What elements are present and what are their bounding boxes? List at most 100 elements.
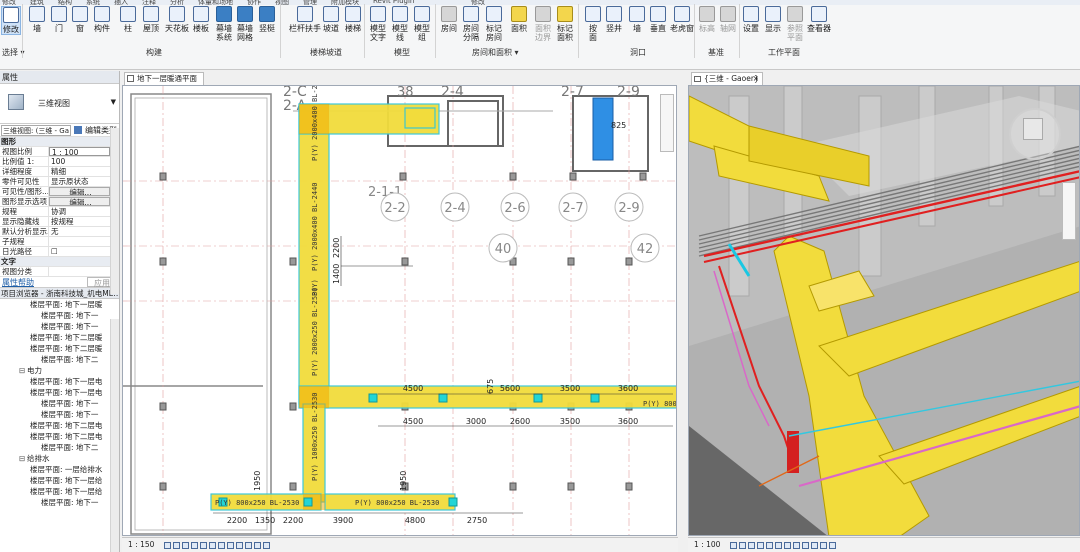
tab-3d-view[interactable]: {三维 - Gaoer} × bbox=[691, 72, 763, 85]
browser-item[interactable]: 楼层平面: 地下一 bbox=[0, 409, 119, 420]
navigation-bar[interactable] bbox=[660, 94, 674, 152]
tag-area-button[interactable]: 标记 面积 bbox=[557, 6, 573, 42]
model-group-button[interactable]: 模型 组 bbox=[414, 6, 430, 42]
browser-item[interactable]: 楼层平面: 地下一层电 bbox=[0, 387, 119, 398]
visual-style-icon[interactable] bbox=[173, 541, 181, 549]
browser-item[interactable]: 楼层平面: 地下二 bbox=[0, 354, 119, 365]
door-button[interactable]: 门 bbox=[51, 6, 67, 33]
modify-tool[interactable]: 修改 bbox=[1, 6, 21, 35]
shadows-icon[interactable] bbox=[757, 541, 765, 549]
crop-icon[interactable] bbox=[775, 541, 783, 549]
browser-item[interactable]: 楼层平面: 地下一层给 bbox=[0, 475, 119, 486]
browser-item[interactable]: 楼层平面: 地下二 bbox=[0, 442, 119, 453]
reveal-icon[interactable] bbox=[811, 541, 819, 549]
browser-item[interactable]: 楼层平面: 地下一层暖 bbox=[0, 299, 119, 310]
shadows-icon[interactable] bbox=[191, 541, 199, 549]
show-crop-icon[interactable] bbox=[784, 541, 792, 549]
show-workplane-button[interactable]: 显示 bbox=[765, 6, 781, 33]
browser-item[interactable]: 楼层平面: 地下一层给 bbox=[0, 486, 119, 497]
tree-toggle-icon[interactable]: ⊟ bbox=[19, 453, 27, 464]
tag-room-button[interactable]: 标记 房间 bbox=[486, 6, 502, 42]
set-workplane-button[interactable]: 设置 bbox=[743, 6, 759, 33]
area-button[interactable]: 面积 bbox=[511, 6, 527, 33]
lock-icon[interactable] bbox=[236, 541, 244, 549]
lock-3d-icon[interactable] bbox=[793, 541, 801, 549]
shaft-button[interactable]: 竖井 bbox=[606, 6, 622, 33]
highlight-icon[interactable] bbox=[829, 541, 837, 549]
property-category[interactable]: 文字 bbox=[0, 257, 110, 267]
detail-level-icon[interactable] bbox=[730, 541, 738, 549]
ramp-button[interactable]: 坡道 bbox=[323, 6, 339, 33]
analysis-icon[interactable] bbox=[820, 541, 828, 549]
viewer-button[interactable]: 查看器 bbox=[807, 6, 831, 33]
mullion-button[interactable]: 竖梃 bbox=[259, 6, 275, 33]
menu-tab[interactable]: Revit Plugin bbox=[373, 0, 414, 5]
room-button[interactable]: 房间 bbox=[441, 6, 457, 33]
area-boundary-button[interactable]: 面积 边界 bbox=[535, 6, 551, 42]
highlight-icon[interactable] bbox=[254, 541, 262, 549]
property-value[interactable]: 编辑... bbox=[49, 197, 110, 206]
column-button[interactable]: 柱 bbox=[120, 6, 136, 33]
properties-scrollbar[interactable] bbox=[110, 128, 119, 294]
browser-item[interactable]: 楼层平面: 地下一 bbox=[0, 310, 119, 321]
browser-item[interactable]: 楼层平面: 地下二层电 bbox=[0, 431, 119, 442]
temp-hide-icon[interactable] bbox=[802, 541, 810, 549]
detail-level-icon[interactable] bbox=[164, 541, 172, 549]
type-selector[interactable]: 三维视图 ▼ bbox=[0, 84, 119, 124]
chevron-down-icon[interactable]: ▼ bbox=[111, 98, 116, 106]
viewcube-box[interactable] bbox=[1023, 118, 1043, 140]
3d-view-canvas[interactable] bbox=[688, 85, 1080, 536]
wall-button[interactable]: 墙 bbox=[29, 6, 45, 33]
menu-tab[interactable]: 视图 bbox=[275, 0, 289, 7]
browser-item[interactable]: 楼层平面: 地下一 bbox=[0, 398, 119, 409]
browser-item[interactable]: 楼层平面: 一层给排水 bbox=[0, 464, 119, 475]
room-separator-button[interactable]: 房间 分隔 bbox=[463, 6, 479, 42]
by-face-button[interactable]: 按 面 bbox=[585, 6, 601, 42]
browser-item[interactable]: 楼层平面: 地下一 bbox=[0, 321, 119, 332]
browser-scrollbar[interactable] bbox=[110, 319, 119, 552]
browser-item[interactable]: 楼层平面: 地下二层暖 bbox=[0, 332, 119, 343]
tree-toggle-icon[interactable]: ⊟ bbox=[19, 365, 27, 376]
dormer-button[interactable]: 老虎窗 bbox=[670, 6, 694, 33]
show-crop-icon[interactable] bbox=[209, 541, 217, 549]
component-button[interactable]: 构件 bbox=[94, 6, 110, 33]
stair-button[interactable]: 楼梯 bbox=[345, 6, 361, 33]
properties-help-link[interactable]: 属性帮助 bbox=[2, 277, 34, 287]
browser-item[interactable]: ⊟ 电力 bbox=[0, 365, 119, 376]
window-button[interactable]: 窗 bbox=[72, 6, 88, 33]
roof-button[interactable]: 屋顶 bbox=[143, 6, 159, 33]
vertical-opening-button[interactable]: 垂直 bbox=[650, 6, 666, 33]
plan-view-canvas[interactable]: 2-C 2-A 2-4 2-7 2-9 38 2-1-1 2-2 2-4 2-6 2-7 2-9 40 4… bbox=[122, 85, 677, 536]
property-value[interactable]: 编辑... bbox=[49, 187, 110, 196]
curtain-system-button[interactable]: 幕墙 系统 bbox=[216, 6, 232, 42]
plan-scale[interactable]: 1 : 150 bbox=[128, 538, 154, 552]
sun-path-icon[interactable] bbox=[182, 541, 190, 549]
ceiling-button[interactable]: 天花板 bbox=[165, 6, 189, 33]
3d-navigation-bar[interactable] bbox=[1062, 182, 1076, 240]
property-category[interactable]: 图形 bbox=[0, 137, 110, 147]
model-line-button[interactable]: 模型 线 bbox=[392, 6, 408, 42]
browser-item[interactable]: 楼层平面: 地下二层暖 bbox=[0, 343, 119, 354]
analysis-icon[interactable] bbox=[245, 541, 253, 549]
render-icon[interactable] bbox=[766, 541, 774, 549]
3d-scale[interactable]: 1 : 100 bbox=[694, 538, 720, 552]
browser-item[interactable]: 楼层平面: 地下一层电 bbox=[0, 376, 119, 387]
tab-plan-view[interactable]: 地下一层暖通平面图 (二) bbox=[124, 72, 204, 95]
instance-dropdown[interactable]: 三维视图: (三维 - Ga bbox=[1, 124, 71, 136]
temp-hide-icon[interactable] bbox=[218, 541, 226, 549]
curtain-grid-button[interactable]: 幕墙 网格 bbox=[237, 6, 253, 42]
crop-icon[interactable] bbox=[200, 541, 208, 549]
browser-item[interactable]: ⊟ 给排水 bbox=[0, 453, 119, 464]
wall-opening-button[interactable]: 墙 bbox=[629, 6, 645, 33]
floor-button[interactable]: 楼板 bbox=[193, 6, 209, 33]
close-icon[interactable]: × bbox=[753, 73, 759, 85]
visual-style-icon[interactable] bbox=[739, 541, 747, 549]
property-value[interactable]: 1 : 100 bbox=[49, 147, 110, 156]
model-text-button[interactable]: 模型 文字 bbox=[370, 6, 386, 42]
level-button[interactable]: 标高 bbox=[699, 6, 715, 33]
grid-button[interactable]: 轴网 bbox=[720, 6, 736, 33]
ref-plane-button[interactable]: 参照 平面 bbox=[787, 6, 803, 42]
constraints-icon[interactable] bbox=[263, 541, 271, 549]
reveal-icon[interactable] bbox=[227, 541, 235, 549]
railing-button[interactable]: 栏杆扶手 bbox=[289, 6, 321, 33]
